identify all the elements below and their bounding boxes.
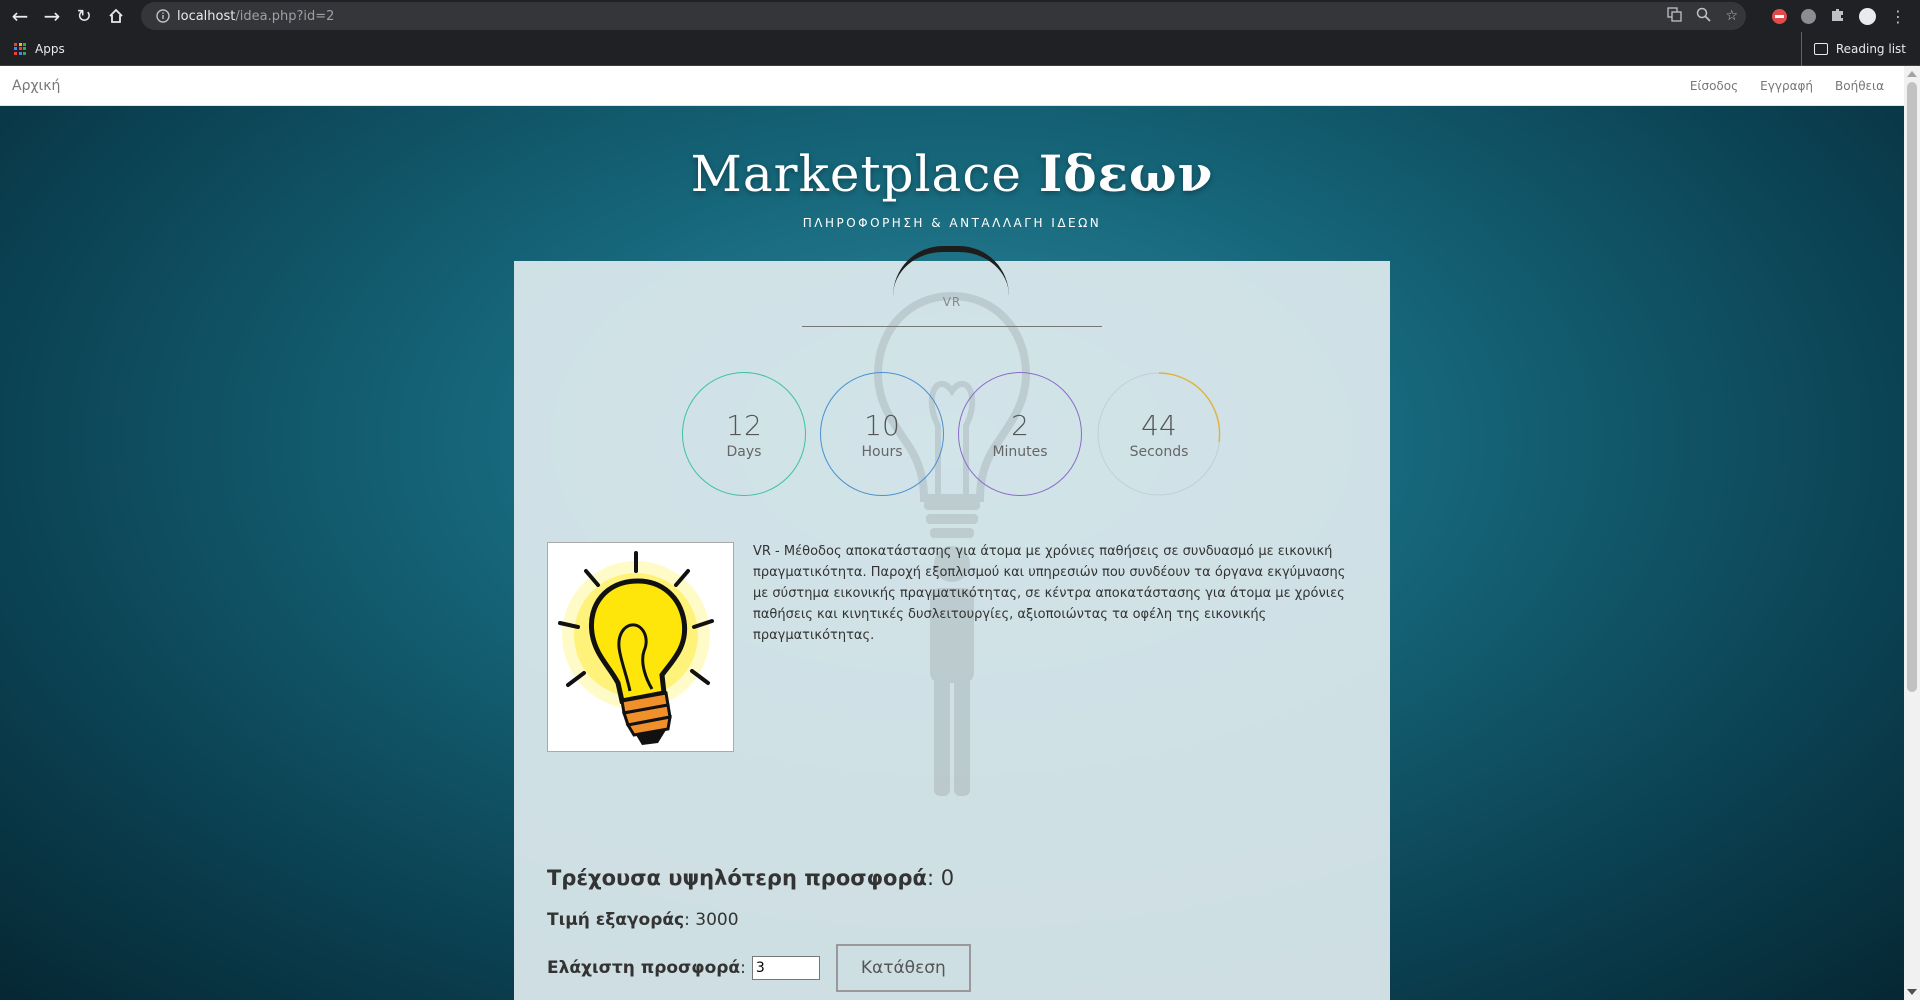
countdown-days: 12 Days bbox=[682, 372, 806, 496]
countdown-days-label: Days bbox=[726, 443, 762, 460]
page-scrollbar[interactable] bbox=[1904, 66, 1920, 1000]
bookmark-star-icon[interactable]: ☆ bbox=[1725, 8, 1738, 24]
countdown-hours-value: 10 bbox=[864, 408, 900, 442]
scrollbar-thumb[interactable] bbox=[1907, 82, 1917, 692]
min-bid-colon: : bbox=[740, 958, 746, 978]
scroll-up-icon[interactable] bbox=[1907, 71, 1917, 77]
countdown-seconds-value: 44 bbox=[1141, 408, 1177, 442]
lightbulb-icon bbox=[558, 551, 714, 745]
submit-bid-button[interactable]: Κατάθεση bbox=[835, 944, 971, 992]
reading-list-icon bbox=[1813, 43, 1828, 55]
title-divider bbox=[802, 326, 1102, 327]
countdown-seconds-label: Seconds bbox=[1129, 443, 1189, 460]
buyout-price: Τιμή εξαγοράς: 3000 bbox=[547, 910, 739, 930]
countdown-hours-label: Hours bbox=[861, 443, 903, 460]
nav-register-link[interactable]: Εγγραφή bbox=[1760, 79, 1813, 93]
url-text: localhost/idea.php?id=2 bbox=[177, 9, 334, 24]
adblock-extension-icon[interactable] bbox=[1772, 8, 1787, 24]
url-host: localhost bbox=[177, 8, 236, 24]
countdown-minutes-label: Minutes bbox=[992, 443, 1048, 460]
extension-icon[interactable] bbox=[1801, 8, 1816, 24]
reading-list-label: Reading list bbox=[1835, 42, 1906, 56]
buyout-price-label: Τιμή εξαγοράς bbox=[547, 910, 685, 930]
buyout-price-value: 3000 bbox=[695, 910, 739, 930]
apps-grid-icon bbox=[14, 42, 26, 55]
home-icon[interactable] bbox=[100, 0, 132, 32]
scroll-down-icon[interactable] bbox=[1907, 989, 1917, 995]
reload-icon[interactable]: ↻ bbox=[68, 0, 100, 32]
apps-label: Apps bbox=[35, 41, 65, 56]
extensions-puzzle-icon[interactable] bbox=[1830, 7, 1845, 26]
countdown-minutes-value: 2 bbox=[1011, 408, 1029, 442]
nav-help-link[interactable]: Βοήθεια bbox=[1835, 79, 1884, 93]
nav-login-link[interactable]: Είσοδος bbox=[1690, 79, 1738, 93]
card-top-arc bbox=[893, 246, 1009, 296]
bid-amount-input[interactable] bbox=[751, 956, 820, 980]
translate-icon[interactable] bbox=[1667, 6, 1683, 26]
profile-avatar-icon[interactable] bbox=[1859, 7, 1876, 25]
current-bid-value: 0 bbox=[940, 866, 955, 890]
address-bar[interactable]: localhost/idea.php?id=2 ☆ bbox=[141, 2, 1746, 30]
back-icon[interactable]: ← bbox=[4, 0, 36, 32]
idea-title: VR bbox=[942, 295, 962, 309]
forward-icon[interactable]: → bbox=[36, 0, 68, 32]
nav-home-link[interactable]: Αρχική bbox=[12, 78, 60, 94]
url-path: /idea.php?id=2 bbox=[235, 8, 335, 24]
title-regular: Marketplace bbox=[690, 145, 1022, 203]
reading-list-button[interactable]: Reading list bbox=[1800, 32, 1906, 66]
page-viewport: Αρχική Είσοδος Εγγραφή Βοήθεια Marketpla… bbox=[0, 66, 1904, 1000]
apps-shortcut[interactable]: Apps bbox=[14, 42, 65, 56]
min-bid-row: Ελάχιστη προσφορά: Κατάθεση bbox=[547, 944, 971, 992]
title-bold: Ιδεων bbox=[1038, 144, 1214, 203]
countdown-seconds: 44 Seconds bbox=[1097, 372, 1221, 496]
zoom-icon[interactable] bbox=[1696, 7, 1712, 26]
site-navbar: Αρχική Είσοδος Εγγραφή Βοήθεια bbox=[0, 66, 1904, 106]
browser-menu-icon[interactable]: ⋮ bbox=[1890, 7, 1906, 26]
site-info-icon[interactable] bbox=[149, 2, 177, 30]
page-title: Marketplace Ιδεων bbox=[0, 144, 1904, 203]
bookmarks-bar: Apps Reading list bbox=[0, 32, 1920, 66]
countdown-minutes: 2 Minutes bbox=[958, 372, 1082, 496]
idea-image bbox=[547, 542, 734, 752]
current-bid: Τρέχουσα υψηλότερη προσφορά: 0 bbox=[547, 866, 955, 890]
browser-toolbar: ← → ↻ localhost/idea.php?id=2 ☆ ⋮ bbox=[0, 0, 1920, 32]
countdown-days-value: 12 bbox=[726, 408, 762, 442]
current-bid-label: Τρέχουσα υψηλότερη προσφορά bbox=[547, 866, 927, 890]
page-subtitle: ΠΛΗΡΟΦΟΡΗΣΗ & ΑΝΤΑΛΛΑΓΗ ΙΔΕΩΝ bbox=[802, 216, 1102, 230]
countdown-hours: 10 Hours bbox=[820, 372, 944, 496]
idea-description: VR - Μέθοδος αποκατάστασης για άτομα με … bbox=[753, 544, 1346, 643]
min-bid-label: Ελάχιστη προσφορά bbox=[547, 958, 741, 978]
